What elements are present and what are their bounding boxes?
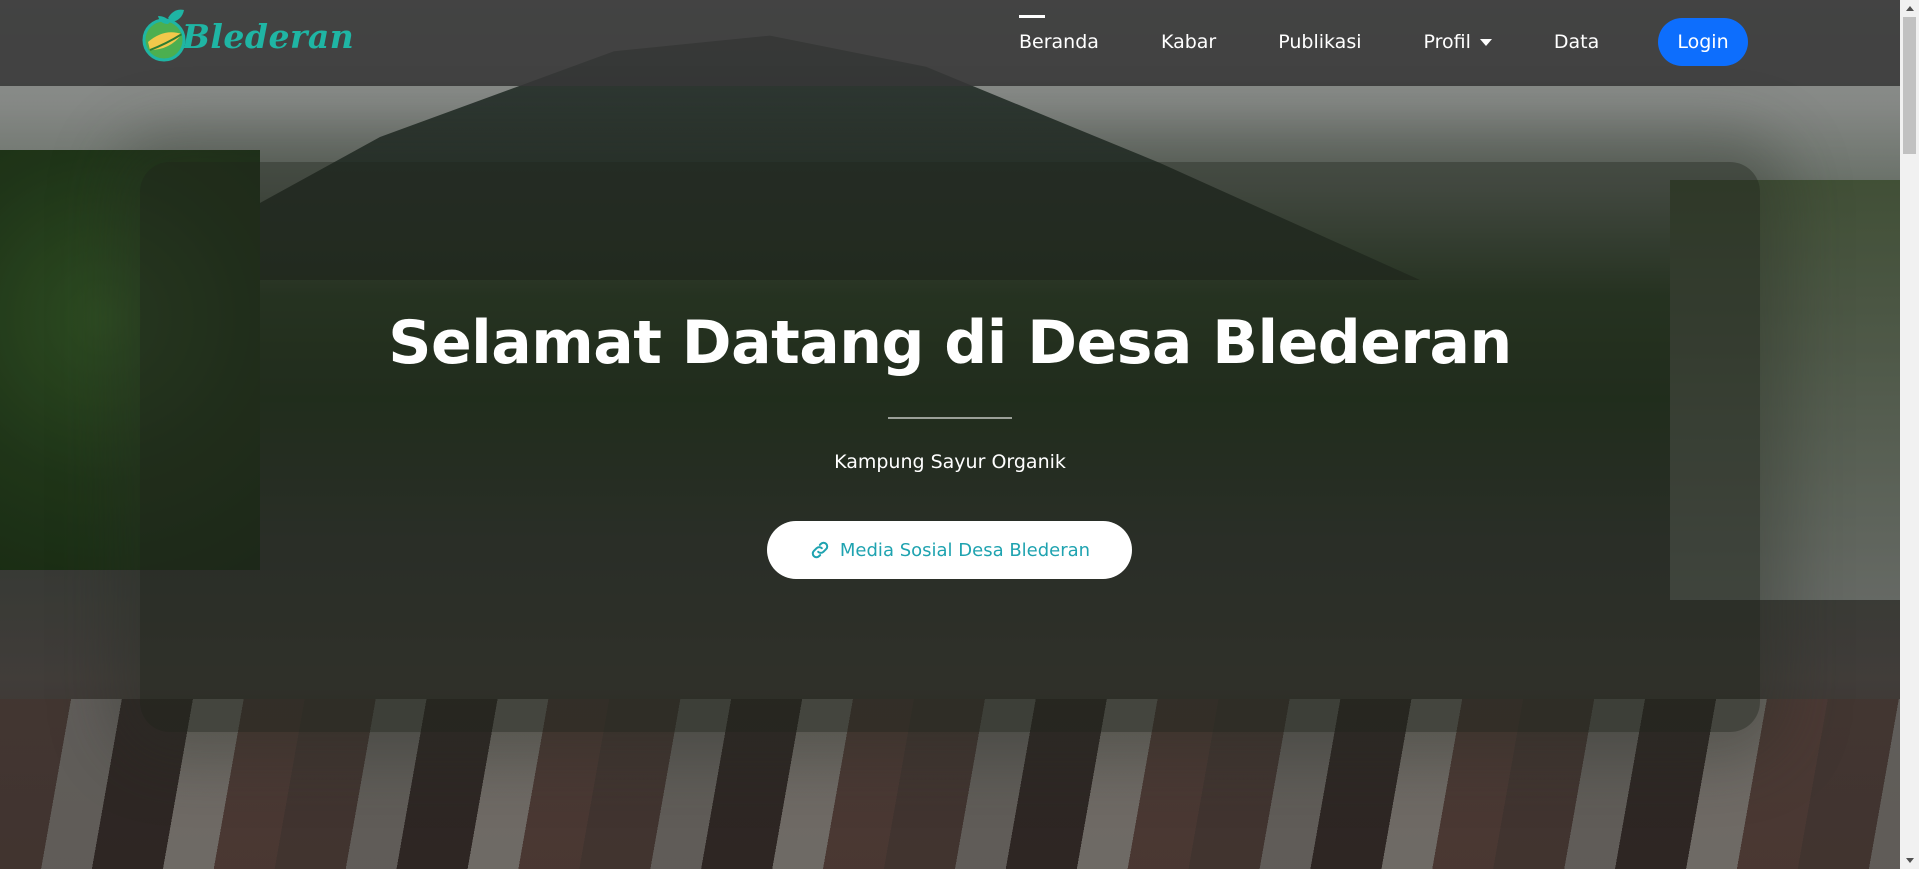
nav-item-profil[interactable]: Profil <box>1424 31 1492 53</box>
nav-item-beranda[interactable]: Beranda <box>1019 15 1099 53</box>
login-button[interactable]: Login <box>1658 18 1748 66</box>
brand-logo[interactable]: Blederan <box>140 6 354 66</box>
nav-item-kabar[interactable]: Kabar <box>1161 31 1216 53</box>
caret-down-icon <box>1479 38 1492 46</box>
social-media-button[interactable]: Media Sosial Desa Blederan <box>767 521 1132 579</box>
scrollbar-thumb[interactable] <box>1903 17 1916 154</box>
leaf-globe-icon <box>140 6 196 66</box>
social-media-button-label: Media Sosial Desa Blederan <box>839 539 1091 561</box>
vertical-scrollbar[interactable] <box>1900 0 1919 869</box>
hero-card <box>140 162 1760 732</box>
brand-name: Blederan <box>182 16 355 56</box>
hero-subtitle: Kampung Sayur Organik <box>834 451 1066 473</box>
hero-divider <box>888 417 1012 419</box>
main-nav: Beranda Kabar Publikasi Profil Data <box>1019 15 1661 66</box>
scroll-up-arrow-icon[interactable] <box>1900 0 1919 17</box>
nav-item-publikasi[interactable]: Publikasi <box>1278 31 1361 53</box>
navbar: Blederan Beranda Kabar Publikasi Profil … <box>0 0 1900 86</box>
hero-title: Selamat Datang di Desa Blederan <box>388 308 1512 378</box>
scroll-down-arrow-icon[interactable] <box>1900 852 1919 869</box>
nav-item-profil-label: Profil <box>1423 31 1471 53</box>
nav-item-data[interactable]: Data <box>1554 31 1599 53</box>
link-icon <box>811 541 829 559</box>
